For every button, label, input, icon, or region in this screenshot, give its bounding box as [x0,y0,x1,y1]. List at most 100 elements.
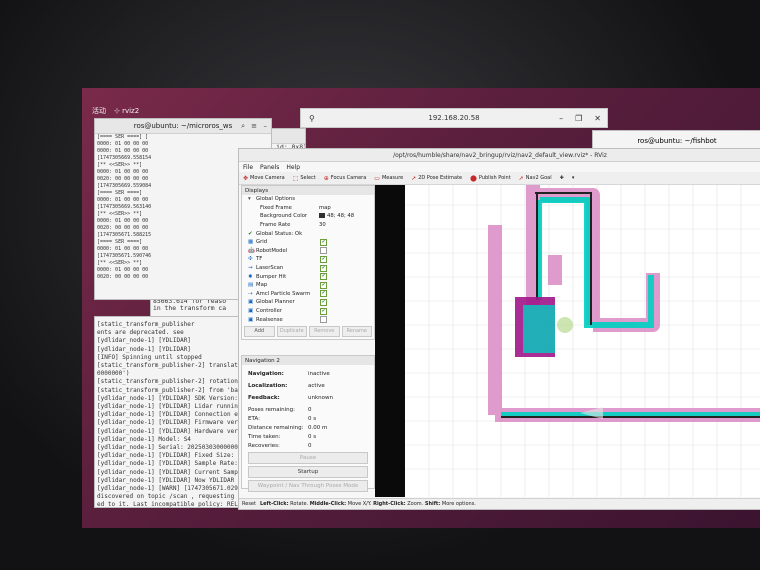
enable-checkbox[interactable]: ✔ [320,238,327,246]
enable-checkbox[interactable]: ✔ [320,264,327,272]
close-icon[interactable]: ✕ [594,114,601,123]
terminal-line: [ydlidar_node-1] [YDLIDAR] [97,345,191,353]
rviz-window[interactable]: /opt/ros/humble/share/nav2_bringup/rviz/… [238,148,760,510]
terminal-title: ros@ubuntu: ~/microros_ws [133,122,233,130]
pin-icon[interactable]: ⚲ [309,114,315,123]
display-type-icon: ▣ [248,316,254,323]
waypoint-mode-button[interactable]: Waypoint / Nav Through Poses Mode [248,480,368,492]
terminal-title: ros@ubuntu: ~/fishbot [637,137,717,145]
minimize-icon[interactable]: – [264,122,268,130]
menu-icon[interactable]: ≡ [251,122,257,130]
menu-panels[interactable]: Panels [260,164,279,171]
tool-menu-button[interactable]: ▾ [572,175,575,181]
grid [405,185,760,497]
move-camera-tool[interactable]: ✥ Move Camera [243,175,285,182]
global-status-row[interactable]: ✔ Global Status: Ok [242,229,374,238]
focus-camera-tool[interactable]: ⊕ Focus Camera [324,175,367,182]
add-display-button[interactable]: Add [244,325,275,337]
fixed-frame-value[interactable]: map [319,205,331,211]
navigation-status: Navigation: inactive [248,370,330,377]
terminal-line: [1747305669.559084] debug [97,183,151,189]
terminal-line: [static_transform_publisher-2] translati… [97,362,243,370]
display-item-laserscan[interactable]: ⇝ LaserScan ✔ [242,264,374,273]
distance-remaining: Distance remaining: 0.00 m [248,424,328,431]
unknown-area [375,185,405,497]
terminal-line: [==== SER ====] [97,190,143,196]
add-tool-button[interactable]: ✚ [560,175,564,181]
background-color-value[interactable]: 48; 48; 48 [319,213,354,219]
rviz-titlebar[interactable]: /opt/ros/humble/share/nav2_bringup/rviz/… [239,149,760,162]
enable-checkbox[interactable]: ✔ [320,316,327,324]
terminal-line: 0020: 00 00 00 00 [97,225,149,231]
gnome-top-bar: 活动 ⊹ rviz2 [92,104,139,118]
terminal-line: [1747305671.590746] debug [97,253,151,259]
display-item-map[interactable]: ▤ Map ✔ [242,281,374,290]
display-item-controller[interactable]: ▣ Controller ✔ [242,307,374,316]
frame-rate-row[interactable]: Frame Rate 30 [242,221,374,230]
minimize-icon[interactable]: – [559,114,563,123]
rviz-title: /opt/ros/humble/share/nav2_bringup/rviz/… [393,151,607,159]
search-icon[interactable]: ⌕ [241,122,245,131]
rename-display-button[interactable]: Rename [341,325,372,337]
enable-checkbox[interactable]: ✔ [320,307,327,315]
terminal-line: 0000: 01 00 00 00 02 01 00 0 [97,246,151,252]
select-tool[interactable]: ⬚ Select [293,175,316,182]
display-item-label: Realsense [256,316,283,323]
display-item-amcl-particle-swarm[interactable]: ⇢ Amcl Particle Swarm ✔ [242,290,374,299]
map-canvas[interactable] [375,185,760,497]
eta: ETA: 0 s [248,415,317,422]
terminal-line: [ydlidar_node-1] [YDLIDAR] Current Sampl… [97,468,243,476]
menu-file[interactable]: File [243,164,253,171]
terminal-line: [ydlidar_node-1] [YDLIDAR] Sample Rate: … [97,460,244,468]
display-item-label: Grid [256,239,268,246]
localization-status: Localization: active [248,382,325,389]
display-item-grid[interactable]: ▦ Grid ✔ [242,238,374,247]
display-item-bumper-hit[interactable]: ✸ Bumper Hit ✔ [242,272,374,281]
expand-arrow-icon: ▾ [248,196,251,203]
restore-icon[interactable]: ❐ [575,114,582,123]
display-item-label: LaserScan [256,265,284,272]
terminal-line: [ydlidar_node-1] [YDLIDAR] [97,337,191,345]
publish-point-tool[interactable]: ⬤ Publish Point [470,175,511,182]
navigation2-panel: Navigation 2 Navigation: inactive Localiz… [241,355,375,492]
rviz-toolbar: ✥ Move Camera ⬚ Select ⊕ Focus Camera ▭ Meas… [239,172,760,185]
enable-checkbox[interactable]: ✔ [320,298,327,306]
measure-tool[interactable]: ▭ Measure [374,175,403,182]
startup-button[interactable]: Startup [248,466,368,478]
duplicate-display-button[interactable]: Duplicate [276,325,307,337]
pause-button[interactable]: Pause [248,452,368,464]
displays-buttons: Add Duplicate Remove Rename [242,324,374,339]
enable-checkbox[interactable]: ✔ [320,255,327,263]
terminal-line: [** <<SER>> **] [97,260,143,266]
display-item-global-planner[interactable]: ▣ Global Planner ✔ [242,298,374,307]
enable-checkbox[interactable]: ✔ [320,281,327,289]
display-item-robotmodel[interactable]: 🤖RobotModel ✔ [242,247,374,256]
remote-viewer-titlebar[interactable]: ⚲ 192.168.20.58 – ❐ ✕ [300,108,608,128]
activities-button[interactable]: 活动 [92,106,106,116]
display-item-label: Amcl Particle Swarm [256,290,311,297]
pose-estimate-tool[interactable]: ➚ 2D Pose Estimate [411,175,462,182]
fixed-frame-row[interactable]: Fixed Frame map [242,204,374,213]
reset-button[interactable]: Reset [242,501,256,507]
frame-rate-value[interactable]: 30 [319,222,326,228]
display-item-realsense[interactable]: ▣Realsense ✔ [242,315,374,324]
display-item-label: Map [256,282,268,289]
background-color-row[interactable]: Background Color 48; 48; 48 [242,212,374,221]
display-type-icon: ✸ [248,273,253,280]
menu-help[interactable]: Help [286,164,300,171]
3d-viewport[interactable] [375,185,760,497]
terminal-line: 0000: 01 00 00 00 02 01 00 0 [97,141,151,147]
terminal-titlebar[interactable]: ros@ubuntu: ~/microros_ws ⌕ ≡ – [95,119,271,134]
display-item-tf[interactable]: ✣ TF ✔ [242,255,374,264]
terminal-window-ydlidar[interactable]: [static_transform_publisher ents are depr… [94,316,244,508]
global-options-row[interactable]: ▾ Global Options [242,195,374,204]
focus-icon: ⊕ [323,174,329,182]
enable-checkbox[interactable]: ✔ [320,290,327,298]
remove-display-button[interactable]: Remove [309,325,340,337]
time-taken: Time taken: 0 s [248,433,317,440]
app-menu[interactable]: ⊹ rviz2 [114,107,139,115]
enable-checkbox[interactable]: ✔ [320,273,327,281]
enable-checkbox[interactable]: ✔ [320,247,327,255]
nav2-goal-tool[interactable]: ➚ Nav2 Goal [519,175,552,182]
map-pin-icon: ⬤ [470,174,477,182]
